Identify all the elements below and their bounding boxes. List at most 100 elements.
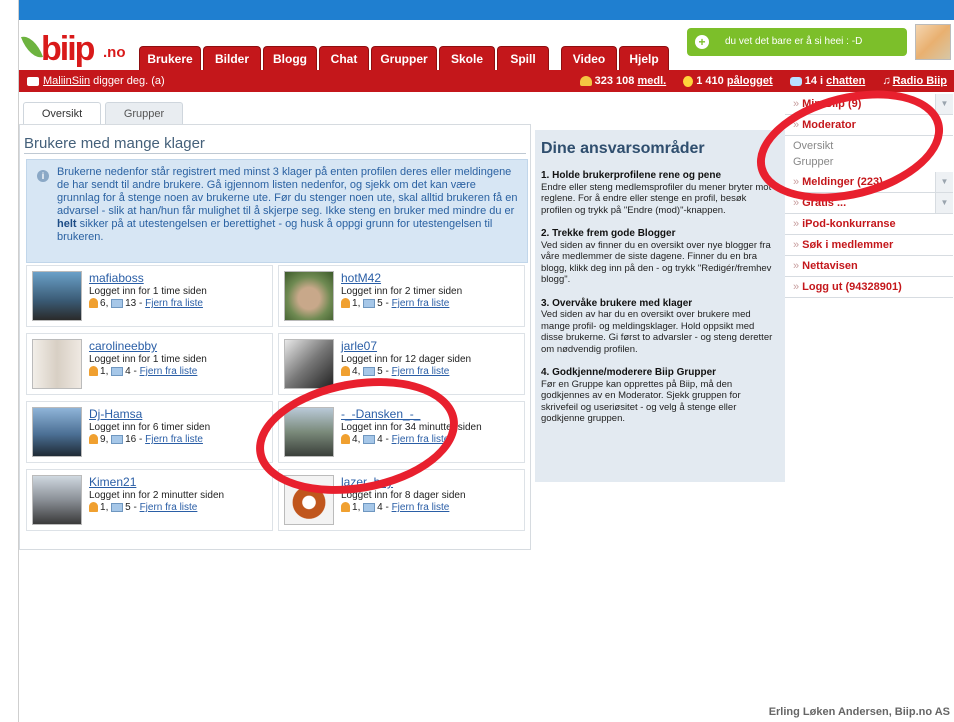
profile-complaint-icon [341,298,350,309]
chevron-down-icon[interactable]: ▼ [935,193,953,213]
chevron-down-icon[interactable]: ▼ [935,172,953,192]
tab-grupper[interactable]: Grupper [371,46,437,70]
user-card: Dj-Hamsa Logget inn for 6 timer siden 9,… [26,401,273,463]
responsibilities-panel: Dine ansvarsområder 1. Holde brukerprofi… [535,130,785,482]
section-heading: 4. Godkjenne/moderere Biip Grupper [541,367,717,378]
sidebar-item-ipod[interactable]: » iPod-konkurranse [785,214,953,235]
remove-from-list-link[interactable]: Fjern fra liste [392,502,450,513]
user-photo[interactable] [284,271,334,321]
profile-complaints: 4 [352,366,358,377]
username-link[interactable]: Kimen21 [89,475,136,489]
tab-hjelp[interactable]: Hjelp [619,46,669,70]
tab-spill[interactable]: Spill [497,46,549,70]
profile-complaints: 6 [100,298,106,309]
site-stats: 323 108 medl. 1 410 pålogget 14 i chatte… [566,70,947,92]
remove-from-list-link[interactable]: Fjern fra liste [392,366,450,377]
chat-count: 14 i [804,75,824,87]
user-photo[interactable] [284,339,334,389]
user-photo[interactable] [32,475,82,525]
panel-title: Brukere med mange klager [24,135,205,152]
user-card: Kimen21 Logget inn for 2 minutter siden … [26,469,273,531]
username-link[interactable]: hotM42 [341,271,381,285]
bulb-icon [683,75,694,87]
promo-text: du vet det bare er å si heei : -D [725,36,863,47]
sidebar-item-sok[interactable]: » Søk i medlemmer [785,235,953,256]
remove-from-list-link[interactable]: Fjern fra liste [140,366,198,377]
profile-complaint-icon [341,502,350,513]
sidebar-item-label: iPod-konkurranse [802,218,896,230]
last-login: Logget inn for 1 time siden [89,286,207,297]
remove-from-list-link[interactable]: Fjern fra liste [145,298,203,309]
slide: biip .no Brukere Bilder Blogg Chat Grupp… [0,0,954,722]
sidebar-item-nettavisen[interactable]: » Nettavisen [785,256,953,277]
tab-chat[interactable]: Chat [319,46,369,70]
members-icon [579,76,592,87]
last-login: Logget inn for 2 minutter siden [89,490,225,501]
section-text: Før en Gruppe kan opprettes på Biip, må … [541,378,741,425]
tab-video[interactable]: Video [561,46,617,70]
complaint-counts: 9, 16 - Fjern fra liste [89,434,203,445]
username-link[interactable]: jarle07 [341,339,377,353]
activity-user-link[interactable]: MaliinSiin [43,75,90,87]
responsibility-section: 1. Holde brukerprofilene rene og pene End… [541,170,779,216]
profile-complaint-icon [341,366,350,377]
profile-complaint-icon [89,434,98,445]
user-photo[interactable] [32,271,82,321]
username-link[interactable]: mafiaboss [89,271,144,285]
arrow-icon: » [793,281,800,293]
message-complaints: 4 [125,366,131,377]
activity-message: MaliinSiin digger deg. (a) [27,70,165,92]
profile-complaints: 1 [352,298,358,309]
members-link[interactable]: medl. [637,75,666,87]
complaint-counts: 6, 13 - Fjern fra liste [89,298,203,309]
arrow-icon: » [793,260,800,272]
responsibility-section: 3. Overvåke brukere med klager Ved siden … [541,298,779,356]
username-link[interactable]: Dj-Hamsa [89,407,142,421]
user-photo[interactable] [32,339,82,389]
user-card: carolineebby Logget inn for 1 time siden… [26,333,273,395]
last-login: Logget inn for 6 timer siden [89,422,211,433]
members-count: 323 108 [594,75,635,87]
tab-brukere[interactable]: Brukere [139,46,201,70]
online-link[interactable]: pålogget [727,75,773,87]
biip-logo[interactable]: biip .no [20,28,135,68]
last-login: Logget inn for 12 dager siden [341,354,472,365]
tab-oversikt[interactable]: Oversikt [23,102,101,124]
chat-link[interactable]: chatten [826,75,865,87]
promo-banner[interactable]: + du vet det bare er å si heei : -D [687,28,907,56]
message-complaint-icon [111,366,124,376]
responsibilities-title: Dine ansvarsområder [541,140,705,157]
message-complaint-icon [111,502,124,512]
biip-screenshot: biip .no Brukere Bilder Blogg Chat Grupp… [18,0,954,722]
sidebar-item-label: Søk i medlemmer [802,239,894,251]
message-complaint-icon [111,434,124,444]
profile-complaints: 1 [352,502,358,513]
section-heading: 1. Holde brukerprofilene rene og pene [541,170,722,181]
user-avatar[interactable] [915,24,951,60]
message-complaints: 5 [377,366,383,377]
tab-grupper-sub[interactable]: Grupper [105,102,183,124]
message-complaints: 13 [125,298,137,309]
sidebar-item-logg-ut[interactable]: » Logg ut (94328901) [785,277,953,298]
radio-link[interactable]: Radio Biip [893,75,947,87]
message-complaint-icon [363,298,376,308]
username-link[interactable]: carolineebby [89,339,157,353]
info-icon: i [37,170,49,182]
chevron-down-icon[interactable]: ▼ [935,94,953,114]
last-login: Logget inn for 2 timer siden [341,286,463,297]
message-complaint-icon [111,298,124,308]
slide-footer: Erling Løken Andersen, Biip.no AS [768,706,950,718]
profile-complaints: 9 [100,434,106,445]
remove-from-list-link[interactable]: Fjern fra liste [140,502,198,513]
remove-from-list-link[interactable]: Fjern fra liste [392,298,450,309]
remove-from-list-link[interactable]: Fjern fra liste [145,434,203,445]
section-heading: 3. Overvåke brukere med klager [541,297,693,309]
tab-skole[interactable]: Skole [439,46,495,70]
tab-bilder[interactable]: Bilder [203,46,261,70]
arrow-icon: » [793,239,800,251]
info-text-2: sikker på at utestengelsen er berettighe… [57,218,493,243]
complaint-counts: 1, 5 - Fjern fra liste [341,298,449,309]
message-complaints: 5 [125,502,131,513]
tab-blogg[interactable]: Blogg [263,46,317,70]
user-photo[interactable] [32,407,82,457]
